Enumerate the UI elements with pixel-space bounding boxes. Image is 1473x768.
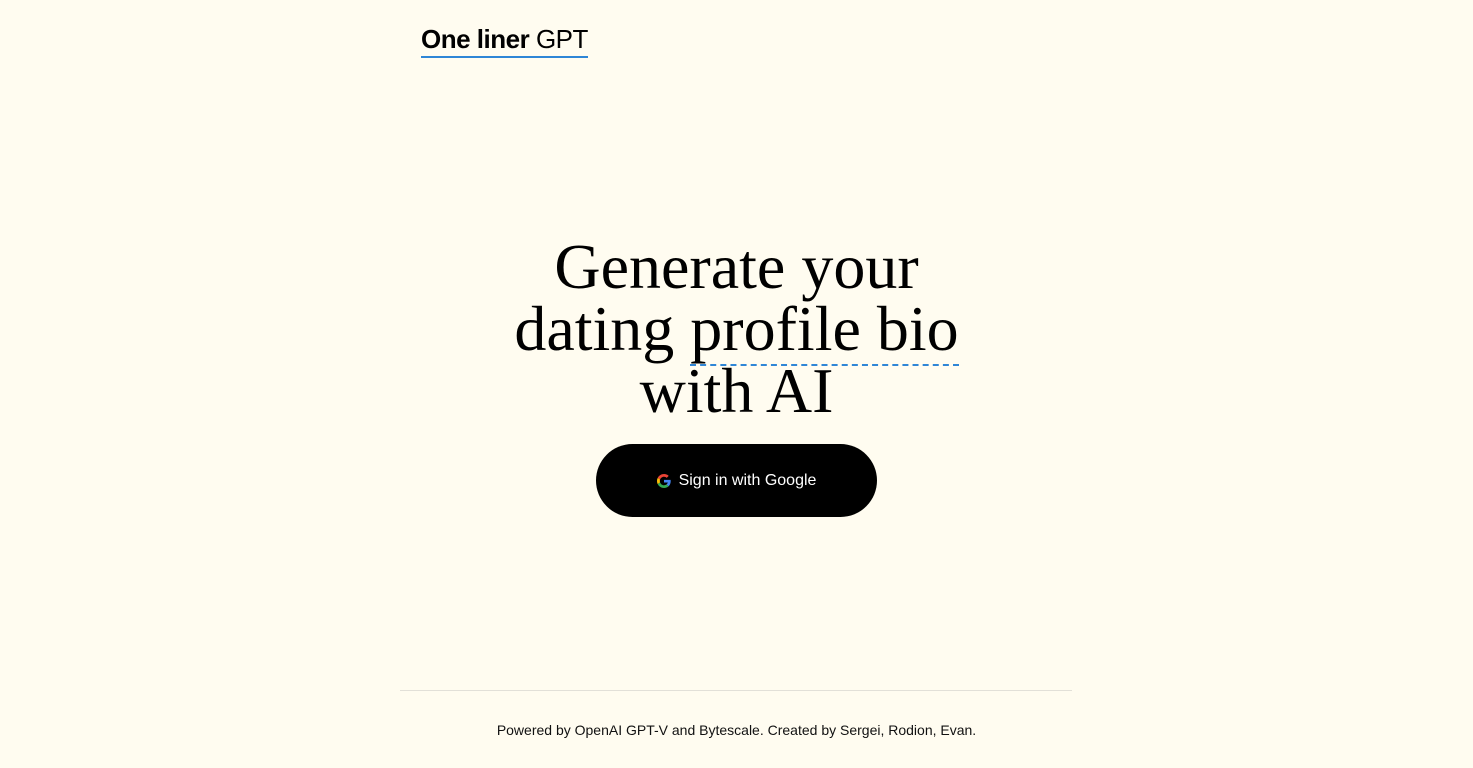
footer-credits: Powered by OpenAI GPT-V and Bytescale. C… <box>496 722 977 738</box>
logo-bold-text: One liner <box>421 24 530 54</box>
hero-line-3: with AI <box>639 355 834 426</box>
logo-light-text: GPT <box>535 24 588 54</box>
sign-in-label: Sign in with Google <box>678 471 817 489</box>
hero-line-2: dating profile bio <box>0 293 1473 366</box>
footer-divider <box>400 690 1072 691</box>
hero-line-1: Generate your <box>554 231 919 302</box>
google-g-icon <box>656 473 671 488</box>
sign-in-with-google-button[interactable]: Sign in with Google <box>596 444 877 517</box>
hero-heading: Generate your dating profile bio with AI <box>0 231 1473 426</box>
hero-line-2-start: dating <box>514 293 691 364</box>
logo[interactable]: One liner GPT <box>421 24 588 58</box>
